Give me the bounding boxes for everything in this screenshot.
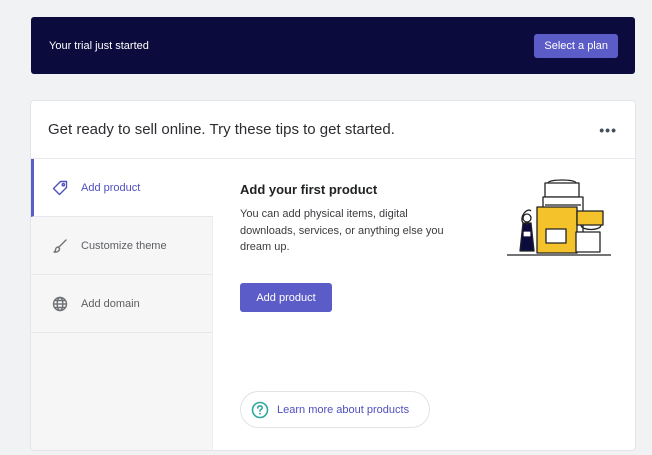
sidebar-item-customize-theme[interactable]: Customize theme xyxy=(31,217,212,275)
tip-title: Add your first product xyxy=(240,182,378,197)
globe-icon xyxy=(51,295,69,313)
trial-text: Your trial just started xyxy=(49,39,149,52)
setup-guide-card: Get ready to sell online. Try these tips… xyxy=(31,101,635,450)
tag-icon xyxy=(51,179,69,197)
sidebar-item-label: Add domain xyxy=(81,297,140,310)
brush-icon xyxy=(51,237,69,255)
tips-sidebar: Add product Customize theme Add domain xyxy=(31,159,213,450)
help-circle-icon xyxy=(251,401,269,419)
card-header: Get ready to sell online. Try these tips… xyxy=(31,101,635,159)
learn-more-link[interactable]: Learn more about products xyxy=(240,391,430,428)
sidebar-item-label: Add product xyxy=(81,181,141,194)
tip-content: Add your first product You can add physi… xyxy=(240,159,635,450)
select-plan-button[interactable]: Select a plan xyxy=(534,33,618,58)
learn-more-label: Learn more about products xyxy=(277,403,410,416)
trial-banner: Your trial just started Select a plan xyxy=(31,17,635,74)
more-options-button[interactable]: ••• xyxy=(599,122,617,138)
shopping-bags-illustration xyxy=(507,179,611,256)
sidebar-item-label: Customize theme xyxy=(81,239,167,252)
sidebar-item-add-product[interactable]: Add product xyxy=(31,159,213,217)
tip-description: You can add physical items, digital down… xyxy=(240,208,444,253)
card-title: Get ready to sell online. Try these tips… xyxy=(48,121,395,138)
add-product-button[interactable]: Add product xyxy=(240,283,332,312)
sidebar-item-add-domain[interactable]: Add domain xyxy=(31,275,212,333)
